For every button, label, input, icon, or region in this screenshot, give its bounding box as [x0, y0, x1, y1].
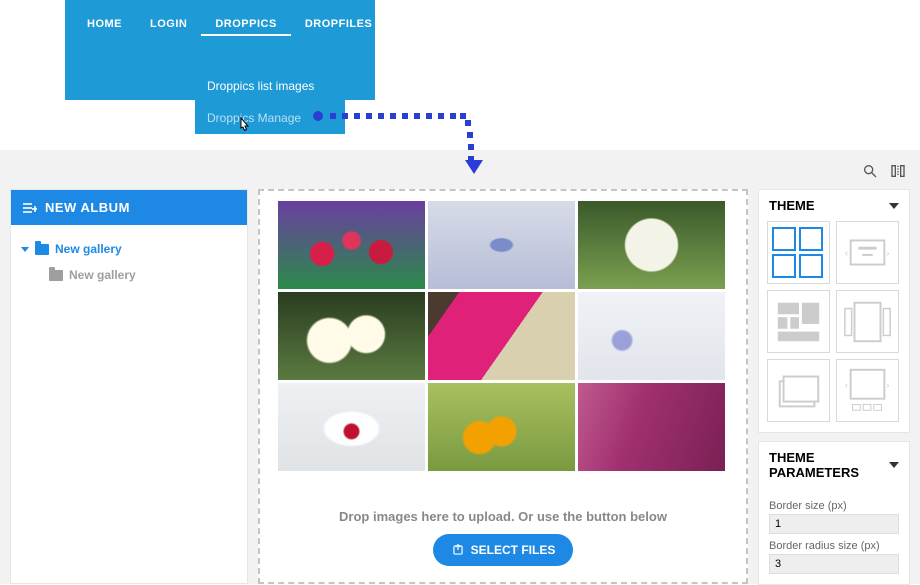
annotation-arrowhead: [465, 160, 483, 174]
image-thumbnail[interactable]: [278, 383, 425, 471]
nav-droppics[interactable]: DROPPICS: [201, 12, 290, 36]
nav: HOME LOGIN DROPPICS DROPFILES: [65, 0, 375, 48]
chevron-down-icon: [889, 203, 899, 209]
list-plus-icon: [23, 202, 37, 214]
drop-hint-text: Drop images here to upload. Or use the b…: [339, 509, 667, 524]
params-title: THEME PARAMETERS: [769, 450, 889, 480]
theme-slider-option[interactable]: ‹›: [836, 221, 899, 284]
gallery-tree: New gallery New gallery: [11, 225, 247, 299]
theme-carousel-option[interactable]: [836, 290, 899, 353]
image-drop-area[interactable]: Drop images here to upload. Or use the b…: [258, 189, 748, 584]
tree-item-root[interactable]: New gallery: [21, 239, 237, 259]
svg-text:›: ›: [886, 380, 889, 391]
tree-child-label: New gallery: [69, 268, 136, 282]
image-thumbnail[interactable]: [278, 201, 425, 289]
theme-stack-option[interactable]: [767, 359, 830, 422]
border-radius-input[interactable]: [769, 554, 899, 574]
tree-item-child[interactable]: New gallery: [49, 265, 237, 285]
border-size-label: Border size (px): [769, 500, 899, 512]
tree-root-label: New gallery: [55, 242, 122, 256]
image-grid: [278, 201, 728, 471]
admin-area: NEW ALBUM New gallery New gallery: [0, 150, 920, 584]
image-thumbnail[interactable]: [428, 292, 575, 380]
select-files-button[interactable]: SELECT FILES: [433, 534, 574, 566]
album-sidebar: NEW ALBUM New gallery New gallery: [10, 189, 248, 584]
theme-parameters-panel: THEME PARAMETERS Border size (px) Border…: [758, 441, 910, 585]
toolbar-icons: [862, 163, 906, 184]
upload-icon: [451, 543, 465, 557]
image-thumbnail[interactable]: [578, 201, 725, 289]
theme-options: ‹› ‹›: [759, 221, 909, 432]
search-icon[interactable]: [862, 163, 878, 184]
theme-title: THEME: [769, 198, 815, 213]
caret-down-icon: [21, 247, 29, 252]
droppics-submenu: Droppics list images Droppics Manage: [195, 70, 345, 134]
chevron-down-icon: [889, 462, 899, 468]
submenu-manage[interactable]: Droppics Manage: [195, 102, 345, 134]
folder-icon: [49, 270, 63, 281]
submenu-list-images[interactable]: Droppics list images: [195, 70, 345, 102]
border-size-input[interactable]: [769, 514, 899, 534]
right-panels: THEME ‹› ‹›: [758, 189, 910, 584]
theme-thumbs-option[interactable]: ‹›: [836, 359, 899, 422]
nav-login[interactable]: LOGIN: [136, 12, 201, 36]
theme-panel: THEME ‹› ‹›: [758, 189, 910, 433]
columns-icon[interactable]: [890, 163, 906, 184]
image-thumbnail[interactable]: [578, 383, 725, 471]
new-album-button[interactable]: NEW ALBUM: [11, 190, 247, 225]
border-radius-label: Border radius size (px): [769, 540, 899, 552]
theme-grid-option[interactable]: [767, 221, 830, 284]
image-thumbnail[interactable]: [578, 292, 725, 380]
params-panel-header[interactable]: THEME PARAMETERS: [759, 442, 909, 488]
nav-home[interactable]: HOME: [73, 12, 136, 36]
svg-text:‹: ‹: [845, 380, 848, 391]
new-album-label: NEW ALBUM: [45, 200, 130, 215]
image-thumbnail[interactable]: [428, 201, 575, 289]
nav-dropfiles[interactable]: DROPFILES: [291, 12, 386, 36]
select-files-label: SELECT FILES: [471, 543, 556, 557]
image-thumbnail[interactable]: [428, 383, 575, 471]
image-thumbnail[interactable]: [278, 292, 425, 380]
folder-icon: [35, 244, 49, 255]
svg-text:›: ›: [886, 248, 889, 259]
theme-masonry-option[interactable]: [767, 290, 830, 353]
theme-panel-header[interactable]: THEME: [759, 190, 909, 221]
svg-text:‹: ‹: [845, 248, 848, 259]
